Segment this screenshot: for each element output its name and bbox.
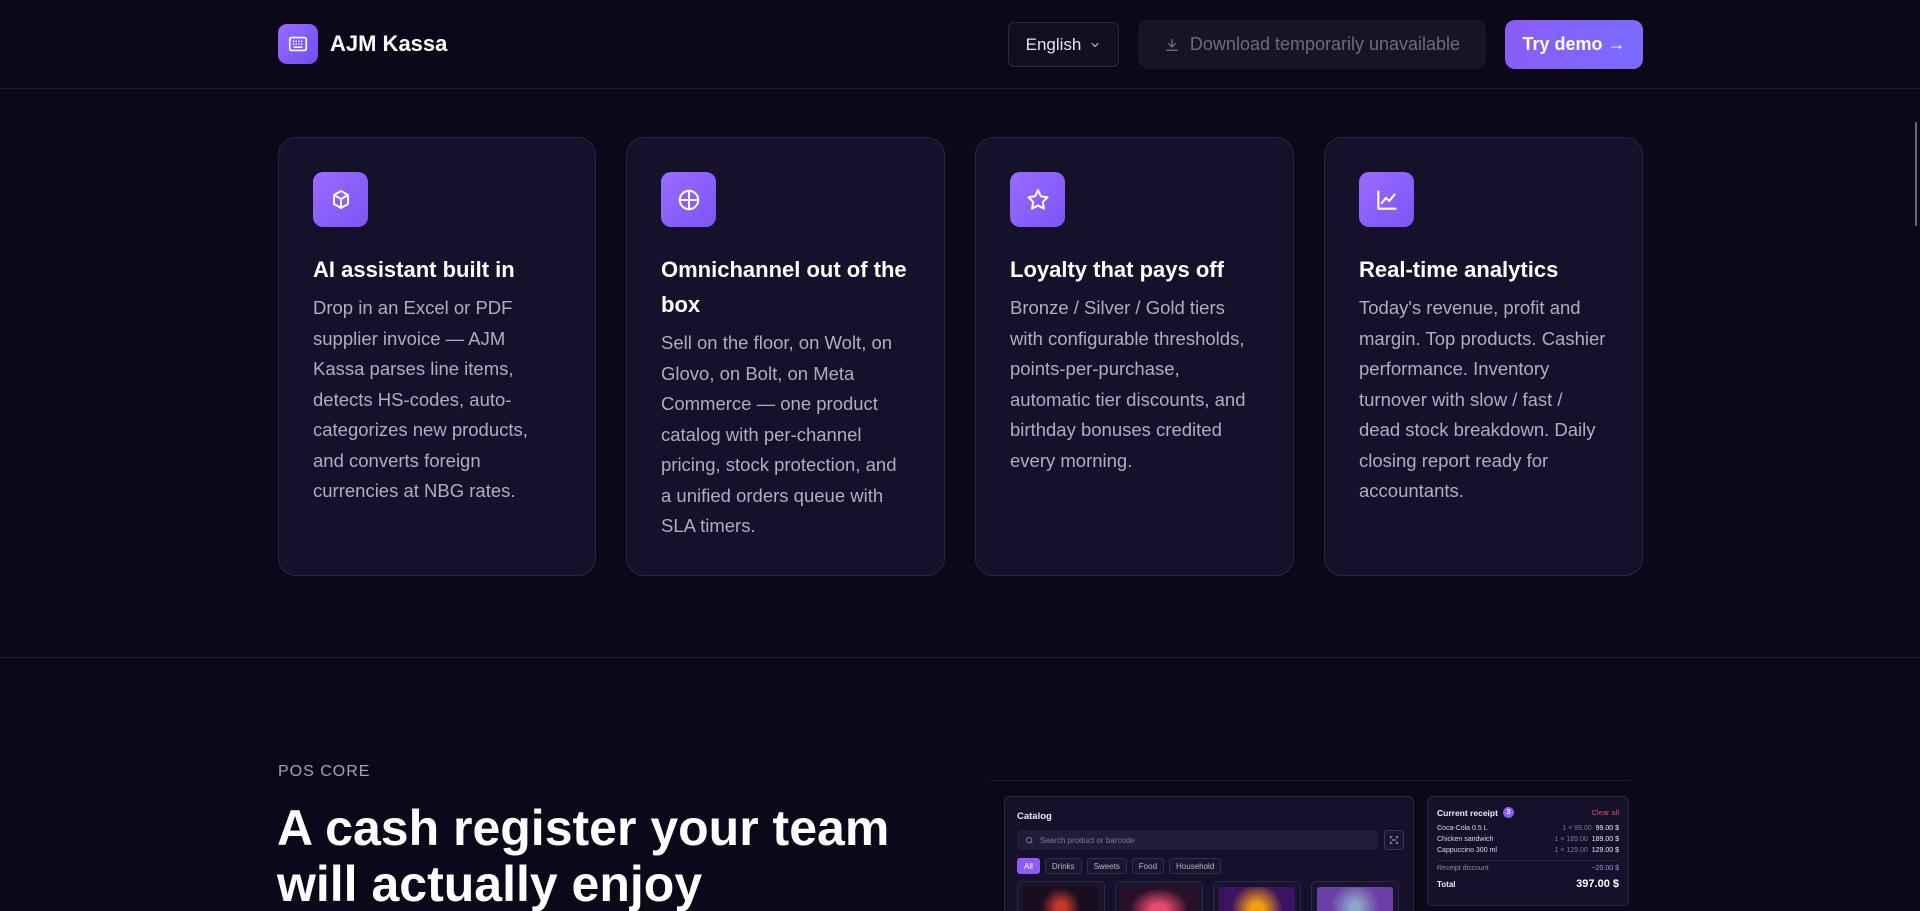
receipt-header: Current receipt 3 [1437, 807, 1514, 818]
feature-text: Sell on the floor, on Wolt, on Glovo, on… [661, 332, 897, 536]
receipt-title: Current receipt [1437, 807, 1498, 818]
product-image [1219, 887, 1295, 911]
receipt-count-badge: 3 [1502, 807, 1514, 818]
chip-sweets[interactable]: Sweets [1086, 858, 1127, 874]
total-value: 397.00 $ [1576, 878, 1619, 890]
receipt-discount: Receipt discount −20.00 $ [1437, 865, 1619, 872]
receipt-total: Total 397.00 $ [1437, 878, 1619, 890]
language-label: English [1025, 34, 1082, 54]
download-label: Download temporarily unavailable [1189, 34, 1461, 54]
language-select[interactable]: English [1008, 22, 1119, 67]
keyboard-icon [278, 24, 318, 64]
receipt-item-amount: 129.00 $ [1591, 847, 1619, 854]
top-nav: AJM Kassa English Download temporarily u… [0, 0, 1920, 89]
feature-card-analytics: Real-time analytics Today's revenue, pro… [1324, 137, 1643, 576]
total-label: Total [1437, 880, 1456, 889]
product-tile[interactable] [1311, 881, 1399, 911]
feature-title: Loyalty that pays off [1010, 257, 1224, 282]
section-eyebrow: POS CORE [278, 763, 371, 780]
chevron-down-icon [1091, 42, 1099, 47]
category-chips: All Drinks Sweets Food Household [1017, 858, 1222, 874]
feature-text: Bronze / Silver / Gold tiers with config… [1010, 297, 1246, 471]
receipt-panel: Current receipt 3 Clear all Coca-Cola 0.… [1427, 796, 1629, 906]
brand-name: AJM Kassa [330, 31, 448, 56]
receipt-item-qty: 1 × 129.00 [1554, 847, 1588, 854]
chip-food[interactable]: Food [1131, 858, 1165, 874]
chip-household[interactable]: Household [1169, 858, 1222, 874]
try-demo-button[interactable]: Try demo → [1505, 20, 1643, 69]
receipt-line: Coca-Cola 0.5 L 1 × 99.00 99.00 $ [1437, 825, 1619, 832]
download-button[interactable]: Download temporarily unavailable [1138, 20, 1486, 69]
search-placeholder: Search product or barcode [1040, 835, 1135, 845]
catalog-panel: Catalog Search product or barcode All Dr… [1004, 796, 1414, 911]
clear-all-button[interactable]: Clear all [1591, 808, 1619, 817]
receipt-item-qty: 1 × 189.00 [1554, 836, 1588, 843]
product-tile[interactable] [1115, 881, 1203, 911]
feature-title: AI assistant built in [313, 257, 515, 282]
receipt-item-name: Coca-Cola 0.5 L [1437, 825, 1488, 832]
brand[interactable]: AJM Kassa [278, 24, 447, 64]
receipt-line: Chicken sandwich 1 × 189.00 189.00 $ [1437, 836, 1619, 843]
line-chart-icon [1359, 172, 1414, 227]
receipt-item-name: Cappuccino 300 ml [1437, 847, 1497, 854]
chip-all[interactable]: All [1017, 858, 1040, 874]
barcode-scan-icon[interactable] [1384, 830, 1404, 850]
product-tile[interactable] [1017, 881, 1105, 911]
discount-value: −20.00 $ [1591, 865, 1619, 872]
catalog-search[interactable]: Search product or barcode [1017, 830, 1378, 850]
catalog-title: Catalog [1017, 811, 1052, 822]
receipt-divider [1437, 860, 1619, 861]
feature-card-loyalty: Loyalty that pays off Bronze / Silver / … [975, 137, 1294, 576]
receipt-item-amount: 189.00 $ [1591, 836, 1619, 843]
feature-card-omnichannel: Omnichannel out of the box Sell on the f… [626, 137, 945, 576]
scrollbar-thumb[interactable] [1915, 122, 1917, 226]
product-tiles [1017, 881, 1399, 911]
receipt-line: Cappuccino 300 ml 1 × 129.00 129.00 $ [1437, 847, 1619, 854]
cube-icon [313, 172, 368, 227]
pos-preview: Catalog Search product or barcode All Dr… [990, 780, 1630, 911]
feature-text: Drop in an Excel or PDF supplier invoice… [313, 297, 528, 501]
product-tile[interactable] [1213, 881, 1301, 911]
receipt-item-amount: 99.00 $ [1595, 825, 1619, 832]
search-icon [1026, 836, 1033, 844]
feature-title: Real-time analytics [1359, 257, 1559, 282]
discount-label: Receipt discount [1437, 865, 1489, 872]
section-title: A cash register your team will actually … [277, 800, 890, 911]
product-image [1317, 887, 1393, 911]
feature-text: Today's revenue, profit and margin. Top … [1359, 297, 1606, 501]
download-icon [1165, 38, 1178, 51]
section-divider [0, 657, 1920, 658]
feature-card-ai: AI assistant built in Drop in an Excel o… [278, 137, 596, 576]
crosshair-icon [661, 172, 716, 227]
receipt-item-name: Chicken sandwich [1437, 836, 1494, 843]
product-image [1121, 887, 1197, 911]
star-icon [1010, 172, 1065, 227]
feature-title: Omnichannel out of the box [661, 257, 907, 317]
chip-drinks[interactable]: Drinks [1044, 858, 1082, 874]
product-image [1023, 887, 1099, 911]
receipt-item-qty: 1 × 99.00 [1562, 825, 1592, 832]
